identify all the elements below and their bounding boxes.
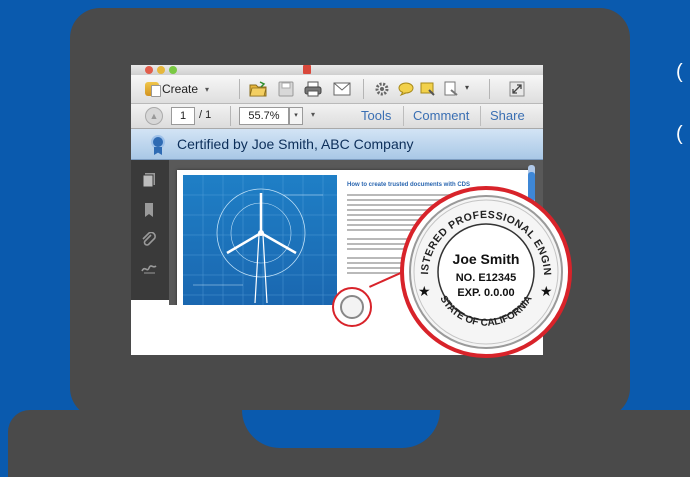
laptop-notch	[242, 410, 440, 448]
more-caret-icon[interactable]: ▾	[465, 83, 469, 92]
tools-tab[interactable]: Tools	[361, 108, 391, 123]
certification-text: Certified by Joe Smith, ABC Company	[177, 136, 414, 152]
toolbar-separator	[363, 79, 364, 99]
comment-tab[interactable]: Comment	[413, 108, 469, 123]
navigation-toolbar: ▲ 1 / 1 55.7% ▾ ▾ Tools Comment Share	[131, 104, 543, 129]
view-options-caret-icon[interactable]: ▾	[311, 110, 315, 119]
toolbar-separator	[239, 79, 240, 99]
toolbar-separator	[403, 106, 404, 126]
sign-icon[interactable]	[441, 80, 461, 98]
wind-turbine-blueprint-image	[183, 175, 337, 305]
toolbar-separator	[230, 106, 231, 126]
zoom-window-icon[interactable]	[169, 66, 177, 74]
gear-icon[interactable]	[372, 80, 392, 98]
decorative-bullet-icon: (	[676, 123, 683, 145]
page-number-input[interactable]: 1	[171, 107, 195, 125]
seal-name: Joe Smith	[453, 251, 520, 267]
bookmark-icon[interactable]	[141, 202, 157, 218]
pdf-document-icon	[303, 65, 311, 74]
print-icon[interactable]	[303, 80, 323, 98]
main-toolbar: Create ▾ ▾	[131, 75, 543, 104]
create-icon	[145, 82, 161, 97]
seal-left-star-icon: ★	[418, 284, 431, 300]
create-label: Create	[162, 82, 199, 96]
attachment-icon[interactable]	[141, 231, 157, 248]
minimize-window-icon[interactable]	[157, 66, 165, 74]
share-tab[interactable]: Share	[490, 108, 525, 123]
seal-right-star-icon: ★	[540, 284, 553, 300]
create-button[interactable]: Create ▾	[145, 79, 209, 99]
certification-banner: Certified by Joe Smith, ABC Company	[131, 129, 543, 160]
zoom-dropdown-caret-icon[interactable]: ▾	[289, 107, 303, 125]
signature-icon[interactable]	[141, 260, 157, 276]
engineer-seal-callout: REGISTERED PROFESSIONAL ENGINEER STATE O…	[398, 184, 572, 358]
toolbar-separator	[480, 106, 481, 126]
create-caret-icon: ▾	[205, 84, 210, 94]
window-titlebar	[131, 65, 543, 75]
seal-number: NO. E12345	[456, 272, 517, 284]
previous-page-icon[interactable]: ▲	[145, 107, 163, 125]
page-total-label: / 1	[199, 109, 212, 121]
pages-icon[interactable]	[141, 172, 157, 188]
toolbar-separator	[489, 79, 490, 99]
small-engineer-stamp-icon	[340, 295, 364, 319]
seal-expiration: EXP. 0.0.00	[457, 287, 514, 299]
ribbon-tail-icon	[154, 147, 162, 155]
save-icon[interactable]	[276, 80, 296, 98]
open-folder-icon[interactable]	[248, 80, 268, 98]
expand-icon[interactable]	[507, 80, 527, 98]
navigation-sidebar	[131, 160, 169, 300]
ribbon-icon	[151, 135, 165, 149]
email-icon[interactable]	[332, 80, 352, 98]
zoom-input[interactable]: 55.7%	[239, 107, 289, 125]
sticky-note-icon[interactable]	[418, 80, 438, 98]
close-window-icon[interactable]	[145, 66, 153, 74]
comment-bubble-icon[interactable]	[396, 80, 416, 98]
decorative-bullet-icon: (	[676, 61, 683, 83]
